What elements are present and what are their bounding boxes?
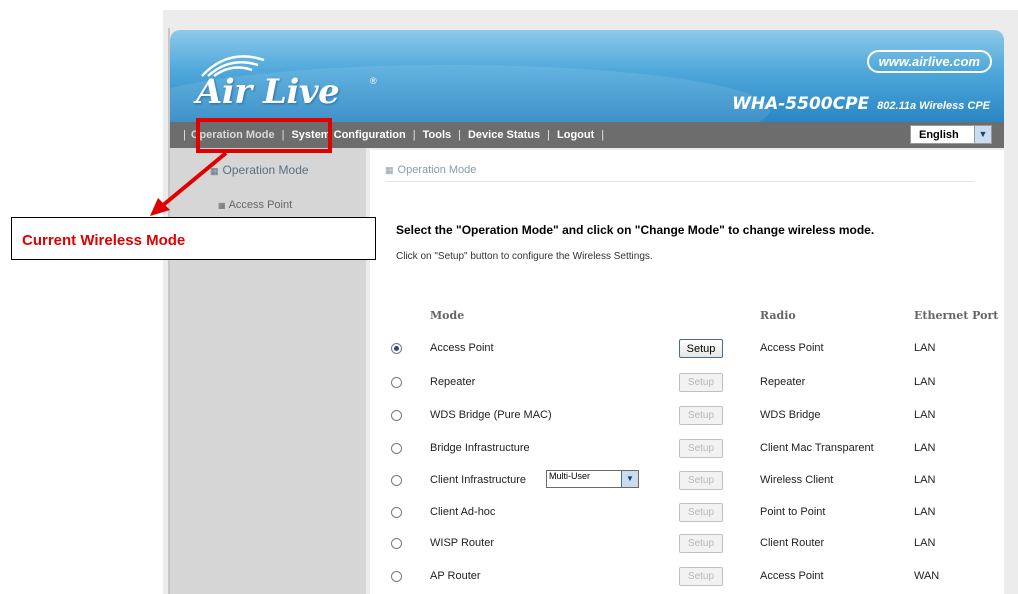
nav-separator: | [458, 129, 461, 141]
mode-row: Access Point Setup Access Point LAN [370, 339, 1004, 360]
mode-label: WISP Router [430, 537, 494, 549]
setup-button-disabled: Setup [679, 567, 723, 586]
divider [385, 181, 975, 182]
breadcrumb: ▦ Operation Mode [385, 164, 476, 176]
mode-radio[interactable] [391, 410, 402, 421]
radio-type: Access Point [760, 570, 824, 582]
airlive-logo: Air Live [190, 50, 370, 112]
mode-label: AP Router [430, 570, 481, 582]
setup-button-disabled: Setup [679, 406, 723, 425]
annotation-highlight-box [196, 118, 332, 153]
logo-text: Air Live [196, 72, 340, 112]
mode-radio[interactable] [391, 571, 402, 582]
ethernet-port: LAN [914, 376, 936, 388]
radio-type: WDS Bridge [760, 409, 821, 421]
website-link[interactable]: www.airlive.com [866, 50, 992, 73]
radio-type: Repeater [760, 376, 806, 388]
mode-row: AP Router Setup Access Point WAN [370, 567, 1004, 588]
mode-radio[interactable] [391, 443, 402, 454]
mode-radio[interactable] [391, 475, 402, 486]
ethernet-port: LAN [914, 506, 936, 518]
setup-button[interactable]: Setup [679, 339, 723, 358]
mode-radio[interactable] [391, 343, 402, 354]
model-name: WHA-5500CPE [732, 94, 870, 114]
chevron-down-icon[interactable]: ▼ [621, 471, 638, 487]
breadcrumb-label: Operation Mode [397, 164, 477, 176]
ethernet-port: LAN [914, 409, 936, 421]
mode-row: Client Ad-hoc Setup Point to Point LAN [370, 503, 1004, 524]
nav-tools[interactable]: Tools [423, 129, 452, 141]
annotation-label: Current Wireless Mode [22, 232, 186, 249]
setup-button-disabled: Setup [679, 471, 723, 490]
nav-device-status[interactable]: Device Status [468, 129, 540, 141]
sidebar: ▦ Operation Mode ▦ Access Point [170, 148, 366, 594]
mode-row: Client Infrastructure Multi-User ▼ Setup… [370, 470, 1004, 492]
mode-row: WDS Bridge (Pure MAC) Setup WDS Bridge L… [370, 406, 1004, 427]
chevron-down-icon[interactable]: ▼ [974, 126, 991, 143]
nav-separator: | [183, 129, 186, 141]
mode-row: Bridge Infrastructure Setup Client Mac T… [370, 439, 1004, 460]
mode-label: Repeater [430, 376, 476, 388]
bullet-icon: ▦ [385, 165, 394, 175]
client-mode-value: Multi-User [549, 471, 591, 481]
setup-button-disabled: Setup [679, 534, 723, 553]
mode-radio[interactable] [391, 507, 402, 518]
column-header-mode: Mode [430, 309, 465, 322]
mode-label: Bridge Infrastructure [430, 442, 530, 454]
bullet-icon: ▦ [210, 166, 219, 176]
nav-logout[interactable]: Logout [557, 129, 594, 141]
header-banner: Air Live ® www.airlive.com WHA-5500CPE 80… [170, 30, 1004, 122]
bullet-icon: ▦ [218, 201, 226, 210]
sidebar-item-operation-mode[interactable]: ▦ Operation Mode [210, 163, 309, 177]
mode-label: WDS Bridge (Pure MAC) [430, 409, 552, 421]
language-select[interactable]: English ▼ [910, 125, 992, 144]
client-mode-select[interactable]: Multi-User ▼ [546, 470, 639, 488]
mode-radio[interactable] [391, 377, 402, 388]
radio-type: Point to Point [760, 506, 826, 518]
mode-label: Client Infrastructure [430, 474, 526, 486]
model-description: 802.11a Wireless CPE [877, 100, 990, 112]
ethernet-port: LAN [914, 442, 936, 454]
ethernet-port: LAN [914, 537, 936, 549]
page-sub-instruction: Click on "Setup" button to configure the… [396, 251, 653, 262]
mode-label: Client Ad-hoc [430, 506, 496, 518]
main-content: ▦ Operation Mode Select the "Operation Mo… [370, 150, 1004, 594]
mode-label: Access Point [430, 342, 494, 354]
page-instruction: Select the "Operation Mode" and click on… [396, 223, 875, 237]
radio-type: Client Mac Transparent [760, 442, 874, 454]
mode-row: Repeater Setup Repeater LAN [370, 373, 1004, 394]
model-line: WHA-5500CPE 802.11a Wireless CPE [732, 94, 990, 114]
radio-type: Wireless Client [760, 474, 834, 486]
setup-button-disabled: Setup [679, 439, 723, 458]
nav-separator: | [547, 129, 550, 141]
column-header-ethernet: Ethernet Port [914, 309, 999, 322]
logo-registered-mark: ® [370, 76, 377, 86]
mode-row: WISP Router Setup Client Router LAN [370, 534, 1004, 555]
radio-type: Client Router [760, 537, 825, 549]
setup-button-disabled: Setup [679, 373, 723, 392]
sidebar-item-label: Access Point [228, 199, 293, 211]
nav-separator: | [601, 129, 605, 141]
sidebar-item-access-point[interactable]: ▦ Access Point [218, 199, 292, 211]
ethernet-port: LAN [914, 342, 936, 354]
sidebar-item-label: Operation Mode [222, 163, 309, 177]
radio-type: Access Point [760, 342, 824, 354]
ethernet-port: WAN [914, 570, 940, 582]
nav-separator: | [412, 129, 416, 141]
language-value: English [919, 128, 959, 141]
mode-radio[interactable] [391, 538, 402, 549]
ethernet-port: LAN [914, 474, 936, 486]
column-header-radio: Radio [760, 309, 796, 322]
setup-button-disabled: Setup [679, 503, 723, 522]
